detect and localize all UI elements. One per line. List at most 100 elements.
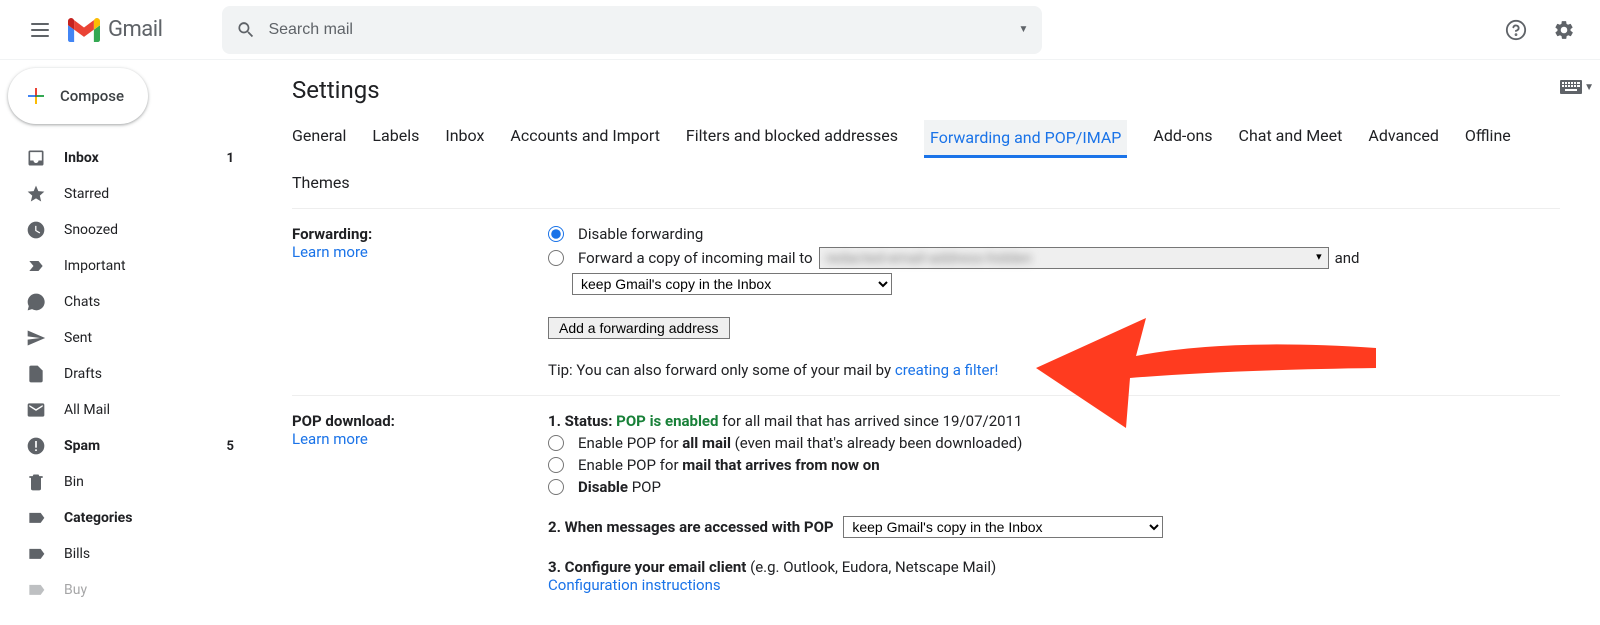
sidebar-item-chats[interactable]: Chats xyxy=(0,284,256,320)
nav-label: Inbox xyxy=(64,150,227,166)
forward-copy-suffix: and xyxy=(1335,249,1360,267)
clock-icon xyxy=(26,220,46,240)
tab-themes[interactable]: Themes xyxy=(292,173,350,196)
main-menu-button[interactable] xyxy=(16,6,64,54)
header: Gmail ▼ xyxy=(0,0,1600,60)
nav-label: Drafts xyxy=(64,366,244,382)
draft-icon xyxy=(26,364,46,384)
pop-configure-suffix: (e.g. Outlook, Eudora, Netscape Mail) xyxy=(746,558,996,576)
forwarding-label-col: Forwarding: Learn more xyxy=(292,225,548,379)
input-tools-toggle[interactable]: ▼ xyxy=(1560,80,1594,94)
forwarding-tip: Tip: You can also forward only some of y… xyxy=(548,361,1560,379)
tab-inbox[interactable]: Inbox xyxy=(445,126,484,149)
gear-icon xyxy=(1553,19,1575,41)
forward-copy-radio[interactable] xyxy=(548,250,564,266)
pop-section: POP download: Learn more 1. Status: POP … xyxy=(292,396,1560,610)
keyboard-icon xyxy=(1560,80,1582,94)
sidebar-item-bills[interactable]: Bills xyxy=(0,536,256,572)
nav-list: Inbox1 Starred Snoozed Important Chats S… xyxy=(0,140,256,608)
nav-label: Buy xyxy=(64,582,244,598)
gmail-logo[interactable]: Gmail xyxy=(68,17,162,42)
sidebar-item-spam[interactable]: Spam5 xyxy=(0,428,256,464)
forward-copy-prefix: Forward a copy of incoming mail to xyxy=(578,249,813,267)
sidebar-item-snoozed[interactable]: Snoozed xyxy=(0,212,256,248)
tab-chat[interactable]: Chat and Meet xyxy=(1239,126,1343,149)
creating-filter-link[interactable]: creating a filter! xyxy=(895,361,999,379)
pop-status-suffix: for all mail that has arrived since 19/0… xyxy=(718,412,1022,430)
search-icon xyxy=(236,20,256,40)
sidebar-item-allmail[interactable]: All Mail xyxy=(0,392,256,428)
pop-body: 1. Status: POP is enabled for all mail t… xyxy=(548,412,1560,594)
sidebar-item-starred[interactable]: Starred xyxy=(0,176,256,212)
settings-tabs: General Labels Inbox Accounts and Import… xyxy=(292,120,1560,209)
nav-label: Categories xyxy=(64,510,244,526)
sidebar-item-bin[interactable]: Bin xyxy=(0,464,256,500)
label-icon xyxy=(26,580,46,600)
disable-forwarding-label: Disable forwarding xyxy=(578,225,703,243)
pop-label-col: POP download: Learn more xyxy=(292,412,548,594)
tab-advanced[interactable]: Advanced xyxy=(1368,126,1439,149)
tab-general[interactable]: General xyxy=(292,126,346,149)
help-icon xyxy=(1505,19,1527,41)
gmail-logo-text: Gmail xyxy=(108,17,162,42)
nav-count: 1 xyxy=(227,151,244,166)
pop-status-enabled: POP is enabled xyxy=(616,412,718,430)
pop-now-radio[interactable] xyxy=(548,457,564,473)
spam-icon xyxy=(26,436,46,456)
main: Compose Inbox1 Starred Snoozed Important… xyxy=(0,60,1600,625)
important-icon xyxy=(26,256,46,276)
settings-content: ▼ Settings General Labels Inbox Accounts… xyxy=(256,60,1600,625)
nav-label: Bin xyxy=(64,474,244,490)
forwarding-learn-more-link[interactable]: Learn more xyxy=(292,243,368,261)
search-input[interactable] xyxy=(268,21,1018,39)
nav-count: 5 xyxy=(227,439,244,454)
mail-icon xyxy=(26,400,46,420)
search-bar[interactable]: ▼ xyxy=(222,6,1042,54)
support-button[interactable] xyxy=(1496,10,1536,50)
settings-button[interactable] xyxy=(1544,10,1584,50)
sidebar-item-sent[interactable]: Sent xyxy=(0,320,256,356)
bin-icon xyxy=(26,472,46,492)
configuration-instructions-link[interactable]: Configuration instructions xyxy=(548,576,721,594)
compose-button[interactable]: Compose xyxy=(8,68,148,124)
pop-when-select[interactable]: keep Gmail's copy in the Inbox xyxy=(843,516,1163,538)
tab-accounts[interactable]: Accounts and Import xyxy=(510,126,660,149)
tab-forwarding[interactable]: Forwarding and POP/IMAP xyxy=(924,120,1127,158)
plus-icon xyxy=(24,84,48,108)
sidebar-item-important[interactable]: Important xyxy=(0,248,256,284)
forward-address-select[interactable]: redacted-email-address-hidden xyxy=(819,247,1329,269)
star-icon xyxy=(26,184,46,204)
add-forwarding-address-button[interactable]: Add a forwarding address xyxy=(548,317,730,339)
page-title: Settings xyxy=(292,76,1560,104)
nav-label: Bills xyxy=(64,546,244,562)
nav-label: Chats xyxy=(64,294,244,310)
sidebar-item-categories[interactable]: Categories xyxy=(0,500,256,536)
tab-addons[interactable]: Add-ons xyxy=(1153,126,1212,149)
pop-label: POP download: xyxy=(292,412,395,430)
sidebar: Compose Inbox1 Starred Snoozed Important… xyxy=(0,60,256,625)
nav-label: Sent xyxy=(64,330,244,346)
forward-keep-select[interactable]: keep Gmail's copy in the Inbox xyxy=(572,273,892,295)
tab-labels[interactable]: Labels xyxy=(372,126,419,149)
sidebar-item-buy[interactable]: Buy xyxy=(0,572,256,608)
pop-disable-radio[interactable] xyxy=(548,479,564,495)
chat-icon xyxy=(26,292,46,312)
tab-offline[interactable]: Offline xyxy=(1465,126,1511,149)
forwarding-section: Forwarding: Learn more Disable forwardin… xyxy=(292,209,1560,396)
hamburger-icon xyxy=(31,23,49,37)
pop-when-label: 2. When messages are accessed with POP xyxy=(548,518,834,536)
tab-filters[interactable]: Filters and blocked addresses xyxy=(686,126,898,149)
inbox-icon xyxy=(26,148,46,168)
pop-all-radio[interactable] xyxy=(548,435,564,451)
forwarding-label: Forwarding: xyxy=(292,225,372,243)
compose-label: Compose xyxy=(60,87,124,105)
sidebar-item-drafts[interactable]: Drafts xyxy=(0,356,256,392)
sidebar-item-inbox[interactable]: Inbox1 xyxy=(0,140,256,176)
forwarding-body: Disable forwarding Forward a copy of inc… xyxy=(548,225,1560,379)
nav-label: Important xyxy=(64,258,244,274)
disable-forwarding-radio[interactable] xyxy=(548,226,564,242)
pop-learn-more-link[interactable]: Learn more xyxy=(292,430,368,448)
pop-configure-label: 3. Configure your email client xyxy=(548,558,746,576)
search-options-icon[interactable]: ▼ xyxy=(1019,24,1029,35)
sent-icon xyxy=(26,328,46,348)
